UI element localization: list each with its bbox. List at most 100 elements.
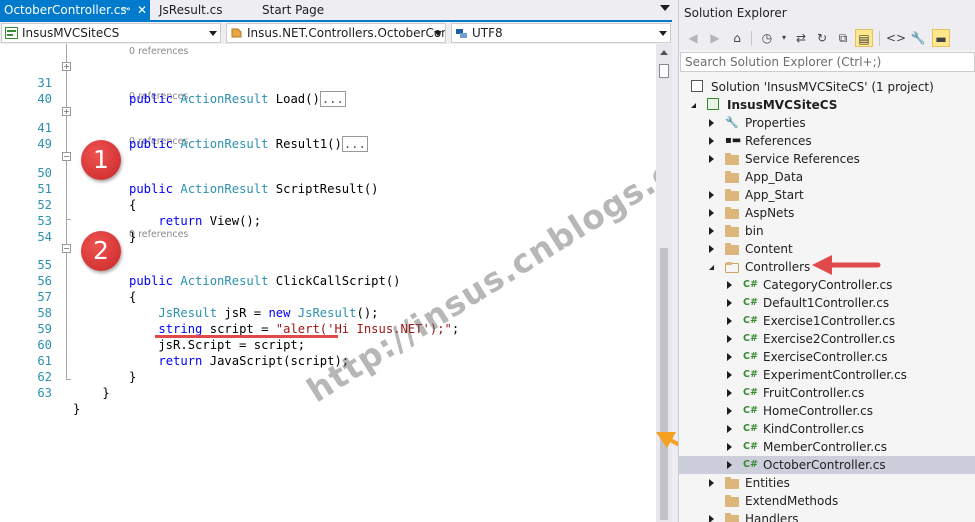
collapsed-region-box[interactable]: ...	[341, 136, 368, 152]
code-line: 56 {	[0, 257, 136, 304]
tree-item[interactable]: C# MemberController.cs	[679, 438, 975, 456]
tree-item[interactable]: 🔧 Properties	[679, 114, 975, 132]
tree-item-label: ExperimentController.cs	[763, 368, 907, 382]
collapsed-arrow-icon[interactable]	[709, 155, 714, 163]
tree-item[interactable]: C# CategoryController.cs	[679, 276, 975, 294]
sync-with-document-icon[interactable]: ⇄	[792, 29, 810, 47]
collapsed-arrow-icon[interactable]	[727, 353, 732, 361]
collapsed-arrow-icon[interactable]	[709, 119, 714, 127]
collapsed-arrow-icon[interactable]	[709, 191, 714, 199]
collapsed-arrow-icon[interactable]	[709, 245, 714, 253]
tree-item[interactable]: C# Exercise2Controller.cs	[679, 330, 975, 348]
expanded-arrow-icon[interactable]	[709, 265, 714, 270]
collapse-region-icon[interactable]: −	[62, 152, 71, 161]
collapsed-arrow-icon[interactable]	[727, 425, 732, 433]
collapsed-region-box[interactable]: ...	[319, 91, 346, 107]
collapse-region-icon[interactable]: −	[62, 244, 71, 253]
member-dropdown[interactable]: UTF8	[451, 23, 671, 43]
tab-start-page[interactable]: Start Page	[258, 0, 328, 20]
csharp-file-icon: C#	[743, 423, 758, 434]
collapsed-arrow-icon[interactable]	[727, 407, 732, 415]
expanded-arrow-icon[interactable]	[691, 103, 696, 108]
tree-item[interactable]: C# OctoberController.cs	[679, 456, 975, 474]
tree-item[interactable]: Handlers	[679, 510, 975, 522]
collapsed-arrow-icon[interactable]	[727, 299, 732, 307]
tree-item-label: Entities	[745, 476, 790, 490]
tab-jsresult[interactable]: JsResult.cs	[155, 0, 225, 20]
tree-item[interactable]: C# Default1Controller.cs	[679, 294, 975, 312]
preview-selected-items-icon[interactable]: ▬	[932, 29, 950, 47]
expand-region-icon[interactable]: +	[62, 62, 71, 71]
scroll-up-arrow-icon[interactable]	[660, 50, 668, 55]
csharp-file-icon: C#	[743, 441, 758, 452]
tree-item[interactable]: C# ExerciseController.cs	[679, 348, 975, 366]
expand-region-icon[interactable]: +	[62, 107, 71, 116]
tab-october-controller[interactable]: OctoberController.cs ⊸ ✕	[0, 0, 150, 20]
close-tab-icon[interactable]: ✕	[137, 0, 147, 20]
tree-item[interactable]: C# ExperimentController.cs	[679, 366, 975, 384]
home-icon[interactable]: ⌂	[728, 29, 746, 47]
solution-explorer-search-input[interactable]: Search Solution Explorer (Ctrl+;)	[680, 52, 975, 72]
back-icon[interactable]: ◀	[684, 29, 702, 47]
tree-item-label: AspNets	[745, 206, 795, 220]
pending-changes-filter-icon[interactable]: ◷	[758, 29, 776, 47]
csharp-file-icon: C#	[743, 315, 758, 326]
collapsed-arrow-icon[interactable]	[727, 281, 732, 289]
collapsed-arrow-icon[interactable]	[727, 389, 732, 397]
tree-item[interactable]: Entities	[679, 474, 975, 492]
scrollbar-thumb[interactable]	[660, 248, 668, 520]
collapsed-arrow-icon[interactable]	[727, 443, 732, 451]
csharp-project-icon	[5, 27, 18, 39]
tree-item[interactable]: C# KindController.cs	[679, 420, 975, 438]
document-tab-bar: OctoberController.cs ⊸ ✕ JsResult.cs Sta…	[0, 0, 672, 22]
project-dropdown[interactable]: InsusMVCSiteCS	[1, 23, 221, 43]
solution-tree: Solution 'InsusMVCSiteCS' (1 project) Ins…	[679, 78, 975, 522]
split-handle[interactable]	[659, 64, 669, 78]
tree-item[interactable]: InsusMVCSiteCS	[679, 96, 975, 114]
tree-item[interactable]: C# HomeController.cs	[679, 402, 975, 420]
filter-dropdown-chevron-icon[interactable]: ▾	[775, 29, 793, 47]
forward-icon[interactable]: ▶	[706, 29, 724, 47]
properties-wrench-icon[interactable]: 🔧	[909, 29, 927, 47]
tree-item-label: App_Start	[745, 188, 804, 202]
tree-item[interactable]: App_Start	[679, 186, 975, 204]
references-icon: ▪▬	[725, 135, 742, 146]
tree-item-label: bin	[745, 224, 764, 238]
tree-item[interactable]: Solution 'InsusMVCSiteCS' (1 project)	[679, 78, 975, 96]
tree-item[interactable]: bin	[679, 222, 975, 240]
tree-item-label: ExerciseController.cs	[763, 350, 888, 364]
collapsed-arrow-icon[interactable]	[709, 515, 714, 522]
collapsed-arrow-icon[interactable]	[727, 317, 732, 325]
collapse-all-icon[interactable]: ⧉	[834, 29, 852, 47]
view-code-icon[interactable]: <>	[886, 29, 906, 47]
collapsed-arrow-icon[interactable]	[709, 137, 714, 145]
line-number: 63	[37, 386, 52, 400]
tree-item-label: ExtendMethods	[745, 494, 839, 508]
pin-icon[interactable]: ⊸	[122, 0, 130, 20]
code-area[interactable]: + + − − 0 references 0 references 0 refe…	[0, 44, 730, 522]
text-token: {	[129, 290, 137, 304]
code-text: public ActionResult Result1()...	[129, 136, 368, 152]
tree-item[interactable]: C# Exercise1Controller.cs	[679, 312, 975, 330]
collapsed-arrow-icon[interactable]	[709, 479, 714, 487]
csharp-file-icon: C#	[743, 297, 758, 308]
collapsed-arrow-icon[interactable]	[727, 461, 732, 469]
tab-overflow-chevron-icon[interactable]	[660, 5, 670, 11]
show-all-files-icon[interactable]: ▤	[855, 29, 873, 47]
collapsed-arrow-icon[interactable]	[727, 335, 732, 343]
tree-item[interactable]: ▪▬ References	[679, 132, 975, 150]
collapsed-arrow-icon[interactable]	[727, 371, 732, 379]
tree-item[interactable]: ExtendMethods	[679, 492, 975, 510]
refresh-icon[interactable]: ↻	[813, 29, 831, 47]
tree-item[interactable]: Service References	[679, 150, 975, 168]
code-lens-references[interactable]: 0 references	[129, 228, 188, 241]
type-dropdown[interactable]: Insus.NET.Controllers.OctoberCont	[226, 23, 446, 43]
collapsed-arrow-icon[interactable]	[709, 209, 714, 217]
collapsed-arrow-icon[interactable]	[709, 227, 714, 235]
tree-item[interactable]: App_Data	[679, 168, 975, 186]
member-dropdown-value: UTF8	[472, 26, 503, 40]
tree-item[interactable]: C# FruitController.cs	[679, 384, 975, 402]
code-lens-references[interactable]: 0 references	[129, 45, 188, 58]
tree-item[interactable]: AspNets	[679, 204, 975, 222]
